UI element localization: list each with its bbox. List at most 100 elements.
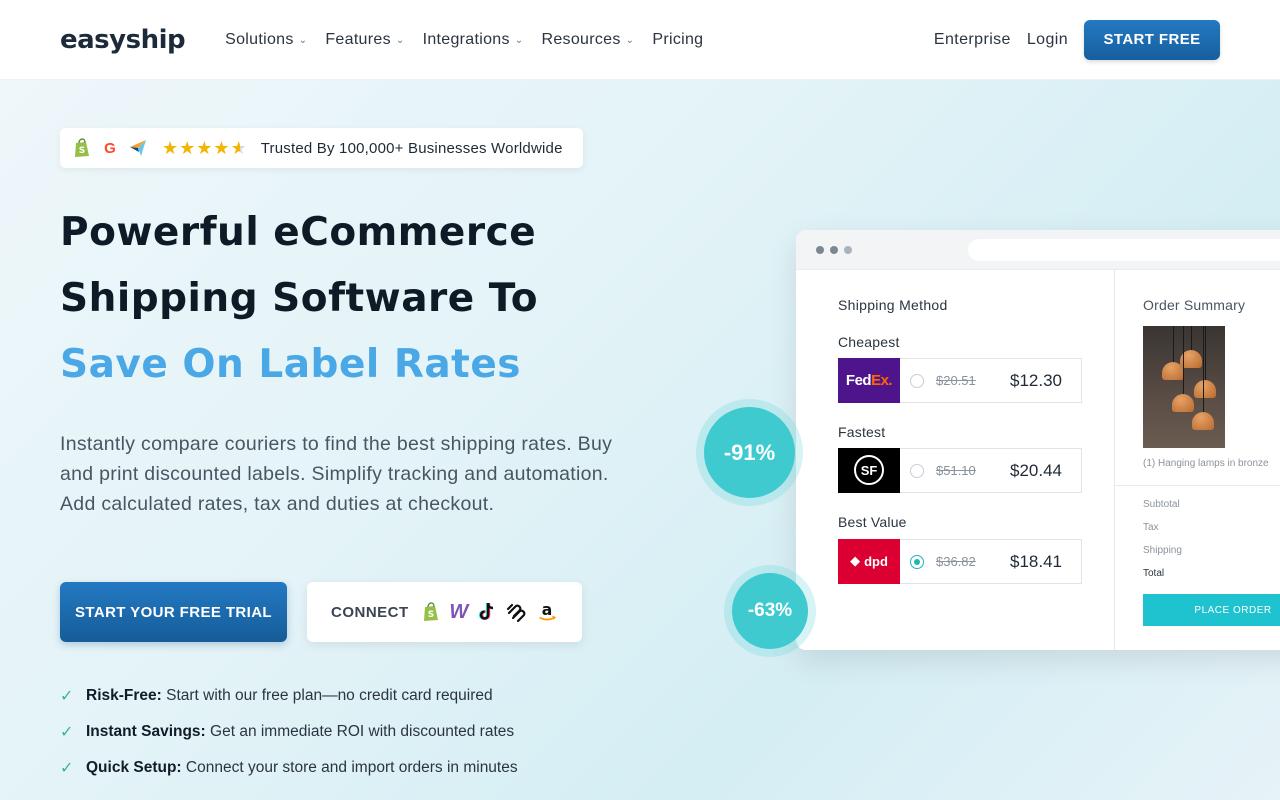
price: $20.44 (1010, 460, 1062, 480)
fedex-logo: Fed Ex. (838, 357, 900, 403)
chevron-down-icon: ⌄ (514, 35, 524, 46)
svg-text:S: S (79, 146, 85, 156)
nav-label: Integrations (422, 30, 510, 48)
headline-accent: Save On Label Rates (60, 342, 521, 387)
squarespace-icon (505, 601, 527, 623)
trust-text: Trusted By 100,000+ Businesses Worldwide (260, 139, 563, 157)
old-price: $20.51 (936, 373, 976, 388)
price: $18.41 (1010, 551, 1062, 571)
start-free-button[interactable]: START FREE (1084, 19, 1220, 60)
check-icon: ✓ (60, 760, 74, 777)
connect-label: CONNECT (331, 603, 409, 621)
benefit-title: Instant Savings: (86, 723, 206, 740)
nav-pricing[interactable]: Pricing (652, 31, 703, 49)
mock-window-bar (796, 230, 1280, 270)
check-icon: ✓ (60, 688, 74, 705)
benefits-list: ✓ Risk-Free: Start with our free plan—no… (60, 678, 518, 786)
benefit-text: Risk-Free: Start with our free plan—no c… (86, 687, 493, 705)
window-dot-icon (816, 245, 824, 254)
sf-express-logo: SF (838, 447, 900, 493)
chevron-down-icon: ⌄ (298, 35, 308, 46)
savings-badge-91: -91% (704, 407, 795, 498)
window-dot-icon (829, 245, 838, 254)
nav-features[interactable]: Features ⌄ (325, 31, 404, 49)
headline-line-2: Shipping Software To (60, 276, 538, 321)
place-order-button[interactable]: PLACE ORDER (1143, 594, 1280, 626)
half-star-icon: ★ (230, 138, 247, 158)
product-image (1143, 326, 1225, 448)
old-price: $51.10 (936, 463, 976, 478)
nav-label: Pricing (652, 30, 704, 48)
mock-url-bar (967, 238, 1280, 261)
easyship-logo[interactable]: easyship (60, 25, 186, 55)
benefit-text: Instant Savings: Get an immediate ROI wi… (86, 723, 514, 741)
tiktok-icon (477, 601, 496, 623)
capterra-icon (128, 138, 148, 158)
rate-option-sf[interactable]: SF $51.10 $20.44 (838, 447, 1082, 493)
benefit-item: ✓ Instant Savings: Get an immediate ROI … (60, 714, 518, 750)
svg-text:S: S (428, 610, 434, 620)
trust-bar: S G ★ ★ ★ ★ ★ Trusted By 100,000+ Busine… (60, 128, 583, 168)
nav-login[interactable]: Login (1027, 31, 1068, 49)
nav-label: Resources (541, 30, 621, 48)
shopify-icon: S (72, 138, 92, 158)
radio-button-selected[interactable] (910, 554, 924, 569)
divider (1115, 485, 1280, 486)
window-dot-icon (843, 245, 852, 254)
nav-label: Features (325, 30, 391, 48)
nav-integrations[interactable]: Integrations ⌄ (423, 31, 524, 49)
star-icon: ★ (162, 138, 179, 158)
rate-option-dpd[interactable]: ◆ dpd $36.82 $18.41 (838, 538, 1082, 584)
option-label: Fastest (838, 424, 886, 440)
dpd-logo: ◆ dpd (838, 538, 900, 584)
nav-right: Enterprise Login START FREE (934, 19, 1220, 60)
g2-icon: G (104, 139, 116, 157)
order-summary-panel: Order Summary (1) Hanging lamps in bronz… (1114, 270, 1280, 650)
check-icon: ✓ (60, 724, 74, 741)
shipping-method-panel: Shipping Method Cheapest Fed Ex. $20.51 $… (796, 270, 1114, 650)
benefit-item: ✓ Risk-Free: Start with our free plan—no… (60, 678, 518, 714)
nav-enterprise[interactable]: Enterprise (934, 31, 1011, 49)
main-menu: Solutions ⌄ Features ⌄ Integrations ⌄ Resou… (225, 31, 703, 49)
radio-button[interactable] (910, 373, 924, 388)
benefit-desc: Start with our free plan—no credit card … (166, 687, 493, 704)
total-label: Total (1143, 568, 1165, 579)
old-price: $36.82 (936, 554, 976, 569)
shipping-method-title: Shipping Method (838, 297, 948, 313)
nav-resources[interactable]: Resources ⌄ (541, 31, 634, 49)
benefit-title: Risk-Free: (86, 687, 162, 704)
svg-text:a: a (542, 601, 553, 619)
shipping-label: Shipping (1143, 545, 1182, 556)
chevron-down-icon: ⌄ (625, 35, 635, 46)
nav-solutions[interactable]: Solutions ⌄ (225, 31, 307, 49)
shopify-icon: S (422, 601, 441, 623)
star-icon: ★ (196, 138, 213, 158)
hero-headline: Powerful eCommerce Shipping Software To … (60, 200, 538, 398)
connect-button[interactable]: CONNECT S W a (307, 582, 582, 642)
hero-subtext: Instantly compare couriers to find the b… (60, 433, 613, 515)
headline-line-1: Powerful eCommerce (60, 210, 537, 255)
price: $12.30 (1010, 370, 1062, 390)
rating-stars: ★ ★ ★ ★ ★ (162, 139, 247, 157)
rate-option-fedex[interactable]: Fed Ex. $20.51 $12.30 (838, 357, 1082, 403)
star-icon: ★ (213, 138, 230, 158)
product-caption: (1) Hanging lamps in bronze (1143, 458, 1269, 469)
nav-label: Solutions (225, 30, 294, 48)
benefit-item: ✓ Quick Setup: Connect your store and im… (60, 750, 518, 786)
radio-button[interactable] (910, 463, 924, 478)
benefit-title: Quick Setup: (86, 759, 182, 776)
option-label: Cheapest (838, 334, 900, 350)
start-free-trial-button[interactable]: START YOUR FREE TRIAL (60, 582, 287, 642)
top-nav: easyship Solutions ⌄ Features ⌄ Integratio… (0, 0, 1280, 80)
amazon-icon: a (536, 601, 558, 623)
order-summary-title: Order Summary (1143, 297, 1246, 313)
benefit-text: Quick Setup: Connect your store and impo… (86, 759, 518, 777)
benefit-desc: Get an immediate ROI with discounted rat… (210, 723, 515, 740)
option-label: Best Value (838, 514, 907, 530)
woocommerce-icon: W (449, 600, 469, 623)
chevron-down-icon: ⌄ (395, 35, 405, 46)
checkout-mockup: Shipping Method Cheapest Fed Ex. $20.51 $… (796, 230, 1280, 650)
subtotal-label: Subtotal (1143, 499, 1180, 510)
benefit-desc: Connect your store and import orders in … (185, 759, 518, 776)
tax-label: Tax (1143, 522, 1159, 533)
